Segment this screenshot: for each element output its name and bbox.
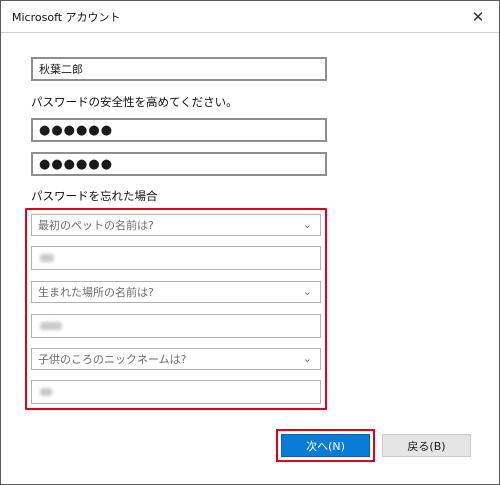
security-heading: パスワードを忘れた場合 (31, 189, 158, 203)
title-bar: Microsoft アカウント ✕ (1, 1, 499, 33)
question-3-label: 子供のころのニックネームは? (38, 353, 187, 366)
answer-3-field[interactable] (31, 380, 321, 404)
chevron-down-icon: ⌄ (302, 218, 312, 231)
next-button-label: 次へ(N) (306, 439, 345, 453)
password-field[interactable]: ●●●●●● (31, 118, 327, 142)
answer-2-blurred (40, 322, 62, 330)
close-icon: ✕ (471, 7, 485, 26)
answer-3-blurred (40, 388, 52, 396)
answer-2-field[interactable] (31, 314, 321, 338)
question-1-label: 最初のペットの名前は? (38, 219, 154, 232)
name-field[interactable]: 秋葉二郎 (31, 57, 327, 81)
question-3-select[interactable]: 子供のころのニックネームは? ⌄ (31, 348, 321, 370)
question-2-label: 生まれた場所の名前は? (38, 286, 154, 299)
password-value: ●●●●●● (39, 122, 114, 138)
name-value: 秋葉二郎 (39, 63, 83, 76)
question-1-select[interactable]: 最初のペットの名前は? ⌄ (31, 214, 321, 236)
answer-1-blurred (40, 254, 54, 262)
password-instruction: パスワードの安全性を高めてください。 (31, 95, 238, 109)
chevron-down-icon: ⌄ (302, 285, 312, 298)
password-confirm-field[interactable]: ●●●●●● (31, 152, 327, 176)
close-button[interactable]: ✕ (457, 1, 499, 32)
back-button-label: 戻る(B) (407, 439, 446, 453)
microsoft-account-dialog: Microsoft アカウント ✕ 秋葉二郎 パスワードの安全性を高めてください… (0, 0, 500, 485)
next-button[interactable]: 次へ(N) (281, 434, 370, 457)
question-2-select[interactable]: 生まれた場所の名前は? ⌄ (31, 281, 321, 303)
answer-1-field[interactable] (31, 246, 321, 270)
window-title: Microsoft アカウント (12, 11, 121, 24)
chevron-down-icon: ⌄ (302, 352, 312, 365)
back-button[interactable]: 戻る(B) (382, 434, 471, 457)
password-confirm-value: ●●●●●● (39, 156, 114, 172)
